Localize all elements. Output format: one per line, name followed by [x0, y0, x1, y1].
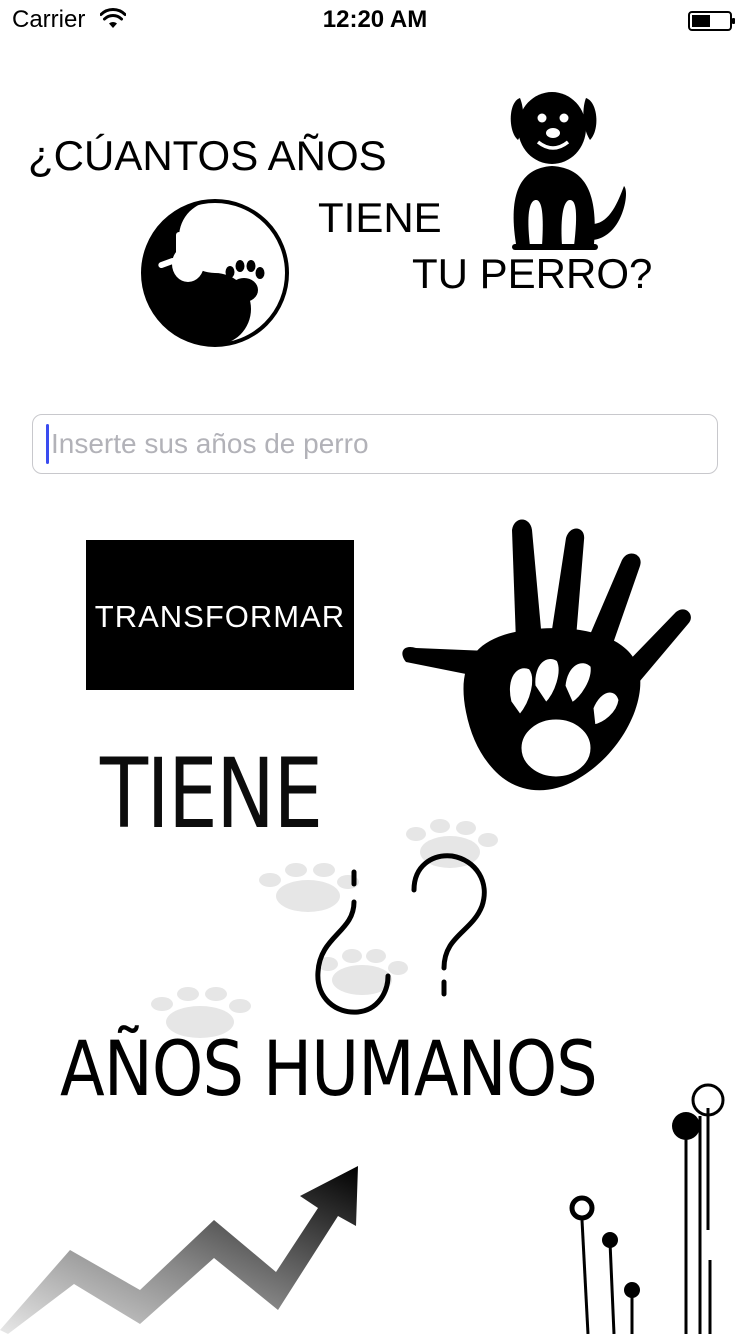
trend-arrow-icon	[0, 1166, 358, 1334]
status-bar: Carrier 12:20 AM	[0, 0, 750, 40]
title-line-3: TU PERRO?	[412, 250, 653, 297]
title-line-1: ¿CÚANTOS AÑOS	[28, 132, 387, 179]
clock: 12:20 AM	[322, 6, 428, 33]
text-caret	[46, 424, 49, 464]
circuit-icon	[569, 1083, 725, 1334]
transform-button[interactable]: TRANSFORMAR	[86, 540, 354, 690]
transform-button-label: TRANSFORMAR	[94, 599, 346, 634]
question-mark-icon	[315, 853, 487, 1015]
battery-icon	[688, 11, 735, 31]
dog-icon	[510, 92, 626, 250]
result-label-human-years: AÑOS HUMANOS	[60, 1024, 598, 1113]
title-line-2: TIENE	[318, 194, 442, 241]
yin-yang-hand-paw-icon	[141, 199, 289, 347]
dog-years-input[interactable]	[32, 414, 718, 474]
hand-paw-icon	[402, 519, 691, 791]
